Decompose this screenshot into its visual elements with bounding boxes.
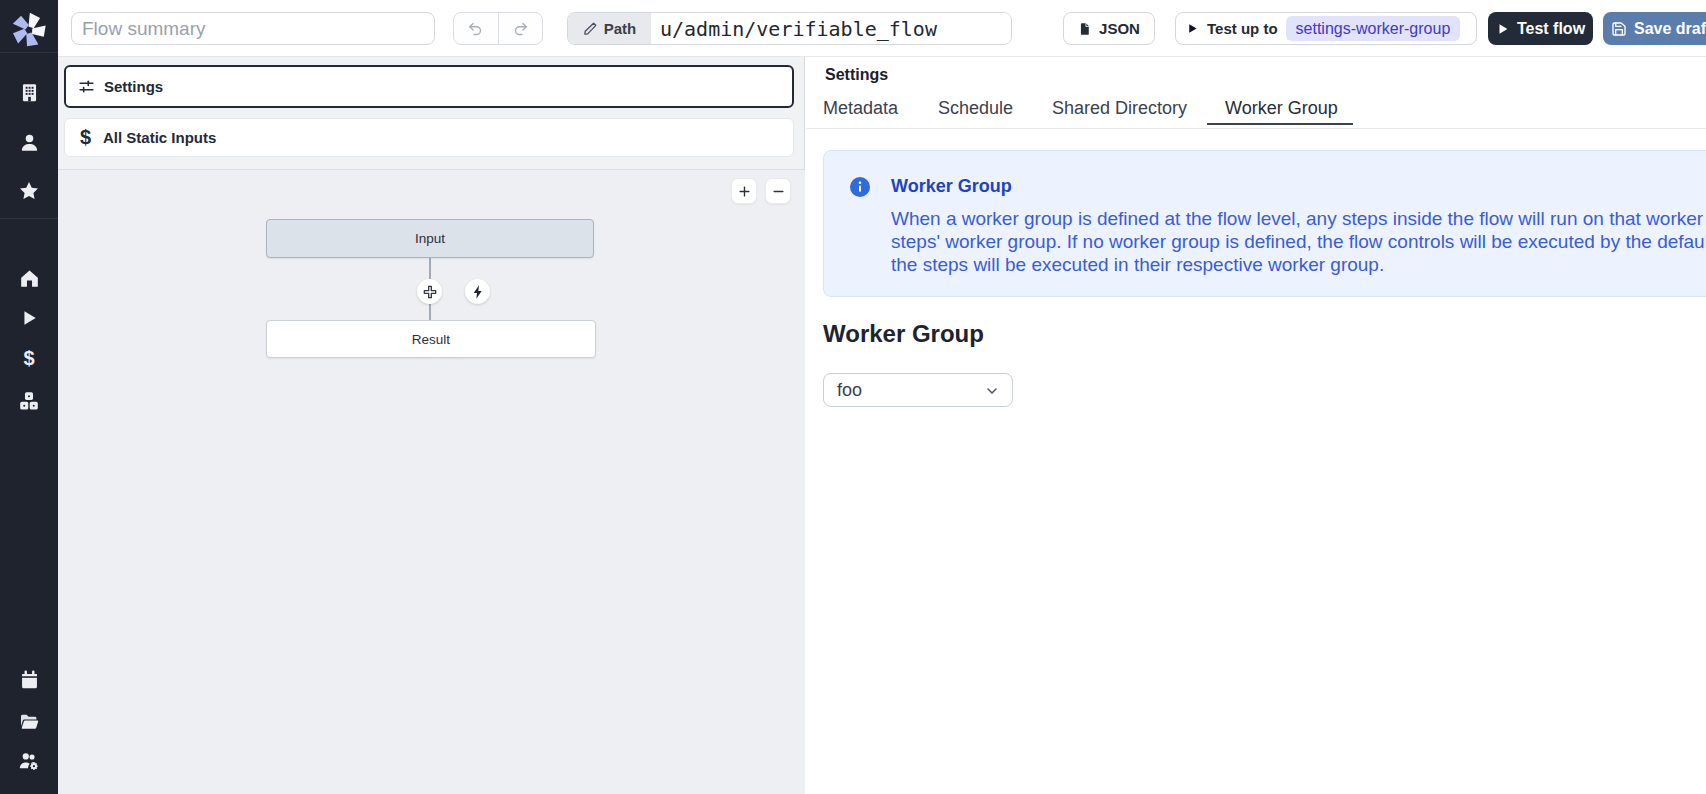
active-tab-underline: [1207, 123, 1353, 126]
path-group: Path: [567, 12, 1012, 45]
add-step-button[interactable]: [417, 279, 442, 304]
chevron-down-icon: [984, 383, 1000, 399]
sidebar-divider: [0, 52, 58, 53]
zoom-in-button[interactable]: [731, 178, 757, 204]
path-edit-button[interactable]: Path: [568, 13, 651, 44]
tab-metadata[interactable]: Metadata: [823, 98, 898, 119]
redo-button[interactable]: [499, 13, 543, 44]
save-icon: [1611, 21, 1627, 37]
boxes-icon[interactable]: [18, 390, 40, 412]
info-box-body: When a worker group is defined at the fl…: [891, 207, 1706, 276]
flow-node-input[interactable]: Input: [266, 219, 594, 258]
file-icon: [1078, 22, 1092, 36]
all-static-inputs-button[interactable]: $ All Static Inputs: [64, 118, 794, 157]
user-group-settings-icon[interactable]: [18, 750, 40, 772]
flow-summary-input[interactable]: [71, 12, 435, 45]
tab-shared-directory[interactable]: Shared Directory: [1052, 98, 1187, 119]
user-icon[interactable]: [18, 131, 40, 153]
calendar-icon[interactable]: [18, 668, 40, 690]
dollar-icon: $: [77, 126, 94, 149]
zoom-out-button[interactable]: [765, 178, 791, 204]
bolt-icon: [470, 284, 486, 300]
trigger-button[interactable]: [465, 279, 490, 304]
sliders-icon: [78, 78, 95, 95]
test-flow-button[interactable]: Test flow: [1488, 12, 1593, 45]
worker-group-select[interactable]: foo: [823, 373, 1013, 407]
test-up-to-target-badge: settings-worker-group: [1286, 16, 1461, 41]
json-button[interactable]: JSON: [1063, 12, 1155, 45]
tabs-bottom-border: [806, 128, 1706, 129]
redo-icon: [512, 20, 529, 37]
dollar-icon[interactable]: $: [18, 347, 40, 369]
sidebar-divider: [0, 218, 58, 219]
building-icon[interactable]: [18, 81, 40, 103]
settings-panel-title: Settings: [825, 66, 888, 84]
tab-worker-group[interactable]: Worker Group: [1225, 98, 1338, 119]
flow-settings-button[interactable]: Settings: [64, 65, 794, 108]
plus-icon: [737, 184, 752, 199]
undo-icon: [467, 20, 484, 37]
star-icon[interactable]: [18, 180, 40, 202]
play-icon: [1496, 22, 1510, 36]
plus-outline-icon: [422, 284, 438, 300]
panel-divider: [58, 169, 805, 170]
home-icon[interactable]: [18, 267, 40, 289]
flow-graph-canvas[interactable]: [58, 170, 805, 794]
save-draft-button[interactable]: Save draft: [1603, 12, 1706, 45]
undo-redo-group: [453, 12, 543, 45]
info-icon: [850, 177, 870, 197]
undo-button[interactable]: [454, 13, 499, 44]
info-box-title: Worker Group: [891, 176, 1012, 197]
pencil-icon: [583, 21, 598, 36]
folder-open-icon[interactable]: [18, 710, 40, 732]
play-icon: [1186, 22, 1199, 35]
minus-icon: [771, 184, 786, 199]
tab-schedule[interactable]: Schedule: [938, 98, 1013, 119]
flow-node-result[interactable]: Result: [266, 320, 596, 358]
path-input[interactable]: [651, 13, 1011, 44]
worker-group-section-title: Worker Group: [823, 320, 984, 348]
windmill-logo-icon[interactable]: [18, 18, 40, 40]
play-icon[interactable]: [18, 307, 40, 329]
test-up-to-button[interactable]: Test up to settings-worker-group: [1175, 12, 1477, 45]
